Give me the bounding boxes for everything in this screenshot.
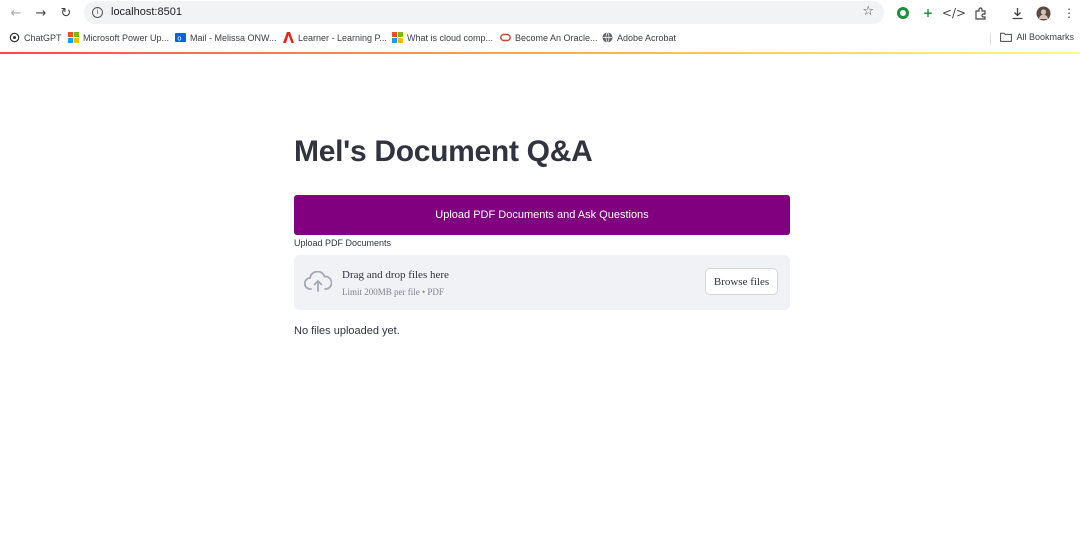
bookmark-star-icon[interactable]: ☆: [862, 4, 874, 19]
bookmark-label: Become An Oracle...: [515, 32, 598, 43]
menu-kebab-icon[interactable]: ⋮: [1060, 4, 1078, 22]
bookmark-label: Adobe Acrobat: [617, 32, 677, 43]
bookmark-label: What is cloud comp...: [407, 32, 494, 43]
bookmark-label: Learner - Learning P...: [298, 32, 387, 43]
file-dropzone[interactable]: Drag and drop files here Limit 200MB per…: [294, 255, 790, 310]
folder-icon: [1000, 32, 1013, 42]
address-bar[interactable]: i localhost:8501 ☆: [84, 1, 884, 24]
bookmark-adobe-acrobat[interactable]: Adobe Acrobat: [602, 32, 676, 43]
bookmarks-divider: [990, 33, 991, 45]
bookmark-oracle[interactable]: Become An Oracle...: [500, 32, 598, 43]
code-icon[interactable]: </>: [942, 4, 966, 22]
bookmark-cloud-computing[interactable]: What is cloud comp...: [392, 32, 493, 43]
bookmark-chatgpt[interactable]: ChatGPT: [9, 32, 62, 43]
page-title: Mel's Document Q&A: [294, 135, 593, 168]
site-info-icon[interactable]: i: [92, 7, 103, 18]
adobe-icon: [283, 32, 294, 43]
cloud-upload-icon: [303, 270, 333, 293]
svg-text:o: o: [177, 35, 181, 43]
all-bookmarks[interactable]: All Bookmarks: [1000, 32, 1074, 42]
file-uploader-label: Upload PDF Documents: [294, 238, 392, 248]
extensions-puzzle-icon[interactable]: [971, 4, 989, 22]
bookmark-microsoft-power-up[interactable]: Microsoft Power Up...: [68, 32, 169, 43]
microsoft-icon: [392, 32, 403, 43]
bookmark-label: Microsoft Power Up...: [83, 32, 170, 43]
back-icon[interactable]: ←: [6, 3, 26, 23]
upload-status-text: No files uploaded yet.: [294, 325, 400, 337]
extension-plus-icon[interactable]: +: [919, 4, 937, 22]
oracle-icon: [500, 32, 511, 43]
extension-green-icon[interactable]: [894, 4, 912, 22]
dropzone-instructions: Drag and drop files here: [342, 269, 449, 281]
outlook-icon: o: [175, 32, 186, 43]
bookmark-label: Mail - Melissa ONW...: [190, 32, 277, 43]
bookmark-label: ChatGPT: [24, 32, 62, 43]
dropzone-limit: Limit 200MB per file • PDF: [342, 287, 444, 297]
browser-toolbar: ← → ↻ i localhost:8501 ☆ + </> ⋮: [0, 0, 1080, 26]
download-icon[interactable]: [1008, 4, 1026, 22]
reload-icon[interactable]: ↻: [56, 3, 76, 23]
bookmark-learner[interactable]: Learner - Learning P...: [283, 32, 387, 43]
app-decoration-line: [0, 52, 1080, 54]
forward-icon[interactable]: →: [31, 3, 51, 23]
chatgpt-icon: [9, 32, 20, 43]
bookmarks-bar: ChatGPT Microsoft Power Up... o Mail - M…: [0, 28, 1080, 50]
upload-banner: Upload PDF Documents and Ask Questions: [294, 195, 790, 235]
profile-avatar[interactable]: [1034, 4, 1052, 22]
browse-files-button[interactable]: Browse files: [705, 268, 778, 295]
globe-icon: [602, 32, 613, 43]
bookmark-mail[interactable]: o Mail - Melissa ONW...: [175, 32, 277, 43]
all-bookmarks-label: All Bookmarks: [1016, 32, 1074, 42]
microsoft-icon: [68, 32, 79, 43]
url-text[interactable]: localhost:8501: [111, 6, 182, 18]
